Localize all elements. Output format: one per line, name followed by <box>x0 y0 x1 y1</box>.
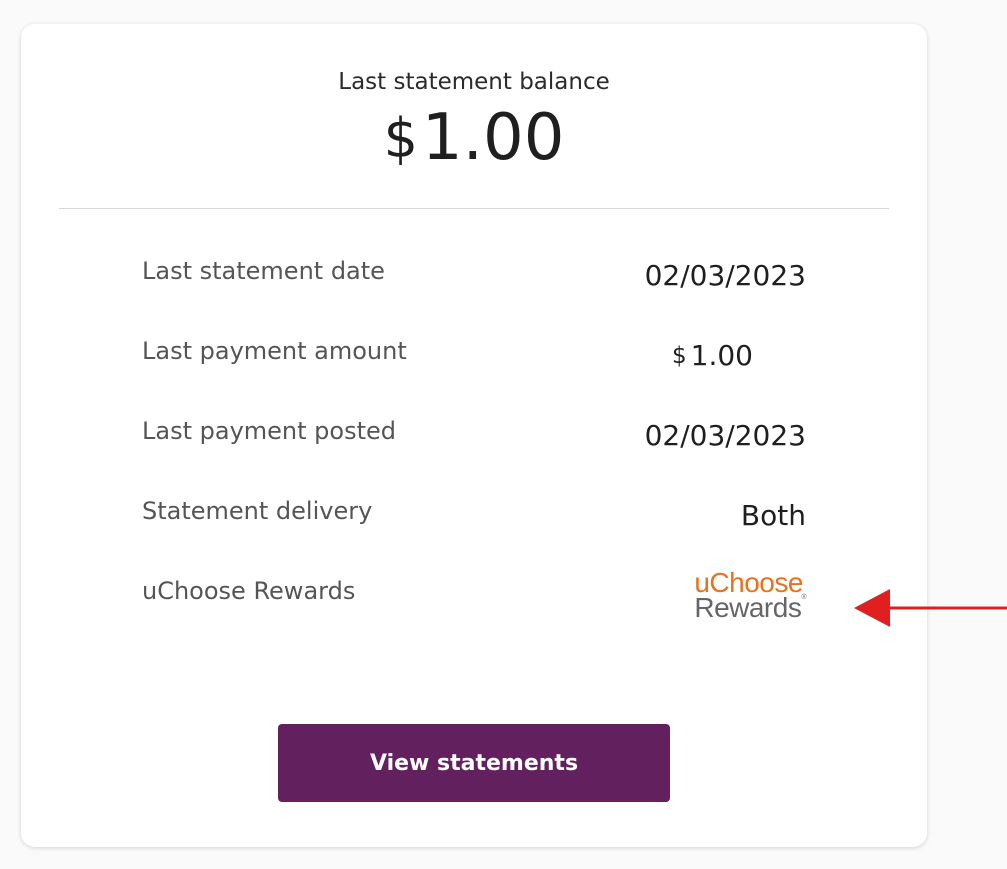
view-statements-button[interactable]: View statements <box>278 724 670 802</box>
left-arrow-icon <box>854 589 1007 627</box>
statement-date-label: Last statement date <box>142 257 385 285</box>
payment-posted-row: Last payment posted 02/03/2023 <box>142 417 806 457</box>
statement-date-value: 02/03/2023 <box>644 259 806 292</box>
payment-posted-value: 02/03/2023 <box>644 419 806 452</box>
statement-delivery-value: Both <box>740 499 806 532</box>
payment-amount-value: $1.00 <box>672 339 753 372</box>
logo-trademark-mark: ® <box>801 594 806 601</box>
balance-label: Last statement balance <box>338 69 610 95</box>
uchoose-rewards-logo[interactable]: uChoose Rewards® <box>694 569 806 622</box>
statement-delivery-row: Statement delivery Both <box>142 497 806 537</box>
uchoose-rewards-row: uChoose Rewards uChoose Rewards® <box>142 569 806 622</box>
statement-date-row: Last statement date 02/03/2023 <box>142 257 806 297</box>
statement-summary-card: Last statement balance $1.00 Last statem… <box>21 24 927 847</box>
payment-posted-label: Last payment posted <box>142 417 396 445</box>
balance-amount: $1.00 <box>21 106 927 170</box>
payment-amount-number: 1.00 <box>690 339 753 372</box>
payment-currency: $ <box>672 343 687 369</box>
payment-amount-label: Last payment amount <box>142 337 407 365</box>
balance-value: 1.00 <box>421 101 565 175</box>
logo-rewards-line: Rewards® <box>694 594 806 622</box>
uchoose-rewards-label: uChoose Rewards <box>142 577 356 605</box>
payment-amount-row: Last payment amount $1.00 <box>142 337 806 377</box>
balance-currency: $ <box>383 107 418 170</box>
logo-rewards-text: Rewards <box>694 592 802 623</box>
arrow-head <box>854 589 890 627</box>
divider <box>59 208 889 209</box>
statement-delivery-label: Statement delivery <box>142 497 373 525</box>
